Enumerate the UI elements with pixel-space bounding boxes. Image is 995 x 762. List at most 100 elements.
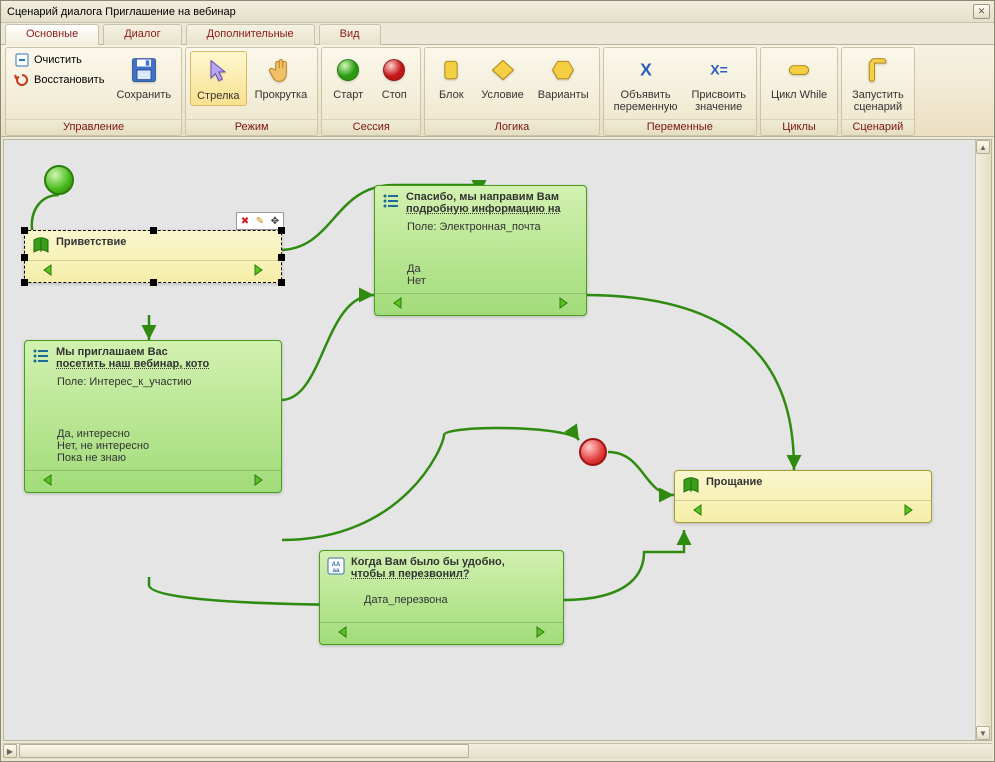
assign-label-2: значение <box>695 101 742 113</box>
hand-icon <box>265 54 297 86</box>
group-label-loops: Циклы <box>761 119 837 135</box>
tab-dialog[interactable]: Диалог <box>103 24 181 45</box>
arrow-tool-label: Стрелка <box>197 90 239 102</box>
restore-icon <box>14 72 30 88</box>
group-label-session: Сессия <box>322 119 420 135</box>
node-invite-opt1: Да, интересно <box>57 428 273 440</box>
edit-node-icon[interactable]: ✎ <box>253 214 267 228</box>
node-thanks[interactable]: Спасибо, мы направим Вам подробную инфор… <box>374 185 587 316</box>
ribbon-group-loops: Цикл While Циклы <box>760 47 838 136</box>
while-label: Цикл While <box>771 89 827 101</box>
delete-node-icon[interactable]: ✖ <box>238 214 252 228</box>
prev-arrow-icon[interactable] <box>336 626 352 641</box>
ribbon-group-logic: Блок Условие Варианты Логика <box>424 47 599 136</box>
clear-button[interactable]: Очистить <box>10 51 108 69</box>
group-label-variables: Переменные <box>604 119 756 135</box>
tab-view[interactable]: Вид <box>319 24 381 45</box>
stop-button[interactable]: Стоп <box>372 51 416 104</box>
scroll-tool-button[interactable]: Прокрутка <box>249 51 314 104</box>
node-invite-title2: посетить наш вебинар, кото <box>56 358 209 370</box>
node-bye[interactable]: Прощание <box>674 470 932 523</box>
vertical-scrollbar[interactable]: ▲ ▼ <box>975 140 991 740</box>
start-node[interactable] <box>44 165 74 195</box>
run-label-1: Запустить <box>852 89 904 101</box>
variants-button[interactable]: Варианты <box>532 51 595 104</box>
next-arrow-icon[interactable] <box>554 297 570 312</box>
move-node-icon[interactable]: ✥ <box>268 214 282 228</box>
condition-button[interactable]: Условие <box>475 51 530 104</box>
condition-label: Условие <box>481 89 524 101</box>
book-icon <box>681 476 701 496</box>
node-invite-title1: Мы приглашаем Вас <box>56 346 168 358</box>
svg-text:X=: X= <box>710 61 728 77</box>
node-bye-title: Прощание <box>706 476 762 488</box>
ribbon-group-session: Старт Стоп Сессия <box>321 47 421 136</box>
next-arrow-icon[interactable] <box>249 474 265 489</box>
save-button[interactable]: Сохранить <box>110 51 177 104</box>
scroll-up-icon[interactable]: ▲ <box>976 140 990 154</box>
close-button[interactable]: ✕ <box>973 4 990 19</box>
horizontal-scrollbar[interactable]: ◀ ▶ <box>3 743 992 759</box>
node-thanks-opt2: Нет <box>407 275 578 287</box>
node-thanks-title1: Спасибо, мы направим Вам <box>406 191 559 203</box>
ribbon-group-scenario: Запустить сценарий Сценарий <box>841 47 915 136</box>
clear-icon <box>14 52 30 68</box>
declare-var-button[interactable]: X Объявить переменную <box>608 51 684 116</box>
node-callback-title2: чтобы я перезвонил? <box>351 568 470 580</box>
while-button[interactable]: Цикл While <box>765 51 833 104</box>
next-arrow-icon[interactable] <box>249 264 265 279</box>
scroll-tool-label: Прокрутка <box>255 89 308 101</box>
tab-extra[interactable]: Дополнительные <box>186 24 315 45</box>
scroll-down-icon[interactable]: ▼ <box>976 726 990 740</box>
block-icon <box>435 54 467 86</box>
start-icon <box>332 54 364 86</box>
diagram-canvas[interactable]: ✖ ✎ ✥ Приветствие <box>3 139 992 741</box>
node-thanks-title2: подробную информацию на <box>406 203 561 215</box>
node-invite-opt2: Нет, не интересно <box>57 440 273 452</box>
start-button[interactable]: Старт <box>326 51 370 104</box>
node-callback[interactable]: AAaa Когда Вам было бы удобно, чтобы я п… <box>319 550 564 645</box>
node-greet-title: Приветствие <box>56 236 126 248</box>
assign-icon: X= <box>703 54 735 86</box>
block-button[interactable]: Блок <box>429 51 473 104</box>
prev-arrow-icon[interactable] <box>41 474 57 489</box>
diamond-icon <box>487 54 519 86</box>
assign-var-button[interactable]: X= Присвоить значение <box>686 51 752 116</box>
node-greet[interactable]: Приветствие <box>24 230 282 283</box>
while-icon <box>783 54 815 86</box>
declare-label-1: Объявить <box>621 89 671 101</box>
run-label-2: сценарий <box>854 101 902 113</box>
declare-icon: X <box>630 54 662 86</box>
stop-node[interactable] <box>579 438 607 466</box>
node-thanks-opt1: Да <box>407 263 578 275</box>
ribbon-group-manage: Очистить Восстановить Сохранить <box>5 47 182 136</box>
window-title: Сценарий диалога Приглашение на вебинар <box>7 6 973 18</box>
tab-main[interactable]: Основные <box>5 24 99 45</box>
variants-label: Варианты <box>538 89 589 101</box>
restore-button[interactable]: Восстановить <box>10 71 108 89</box>
node-callback-title1: Когда Вам было бы удобно, <box>351 556 505 568</box>
next-arrow-icon[interactable] <box>899 504 915 519</box>
group-label-logic: Логика <box>425 119 598 135</box>
node-callback-field: Дата_перезвона <box>364 594 555 606</box>
prev-arrow-icon[interactable] <box>41 264 57 279</box>
book-icon <box>31 236 51 256</box>
node-invite-field: Поле: Интерес_к_участию <box>57 376 273 388</box>
next-arrow-icon[interactable] <box>531 626 547 641</box>
node-action-toolbar: ✖ ✎ ✥ <box>236 212 284 230</box>
start-label: Старт <box>333 89 363 101</box>
arrow-tool-button[interactable]: Стрелка <box>190 51 246 106</box>
scroll-right-icon[interactable]: ▶ <box>3 744 17 758</box>
prev-arrow-icon[interactable] <box>691 504 707 519</box>
cursor-icon <box>202 55 234 87</box>
node-thanks-field: Поле: Электронная_почта <box>407 221 578 233</box>
save-icon <box>128 54 160 86</box>
block-label: Блок <box>439 89 464 101</box>
node-invite-opt3: Пока не знаю <box>57 452 273 464</box>
prev-arrow-icon[interactable] <box>391 297 407 312</box>
node-invite[interactable]: Мы приглашаем Вас посетить наш вебинар, … <box>24 340 282 493</box>
scroll-thumb[interactable] <box>19 744 469 758</box>
scroll-icon <box>862 54 894 86</box>
run-scenario-button[interactable]: Запустить сценарий <box>846 51 910 116</box>
stop-icon <box>378 54 410 86</box>
